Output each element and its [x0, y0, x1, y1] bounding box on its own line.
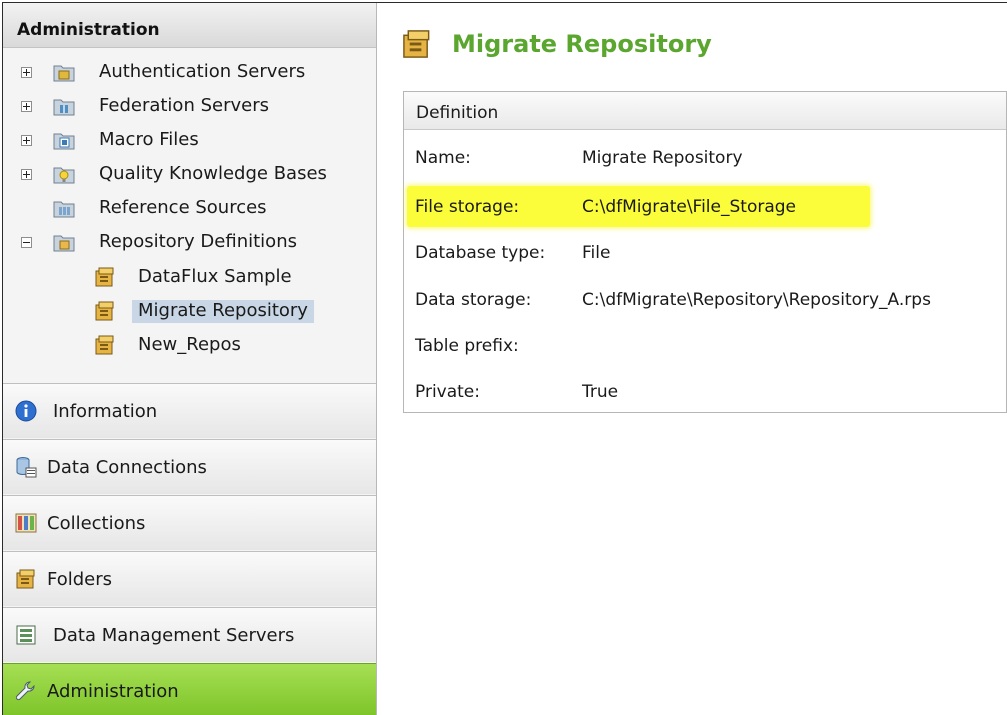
- reference-folder-icon: [53, 201, 75, 218]
- tree-item-authentication-servers[interactable]: Authentication Servers: [3, 58, 376, 88]
- tree-item-label: New_Repos: [138, 334, 241, 355]
- data-storage-label: Data storage:: [415, 290, 532, 310]
- nav-section-data-management-servers[interactable]: Data Management Servers: [3, 607, 376, 662]
- nav-section-label: Administration: [47, 681, 179, 702]
- collections-icon: [15, 513, 37, 533]
- nav-section-data-connections[interactable]: Data Connections: [3, 439, 376, 494]
- wrench-icon: [15, 681, 35, 701]
- tree-item-migrate-repository[interactable]: Migrate Repository: [3, 297, 376, 327]
- definition-header-label: Definition: [416, 103, 499, 123]
- file-storage-label: File storage:: [415, 197, 520, 217]
- database-type-label: Database type:: [415, 243, 546, 263]
- navigation-pane: Administration Authentication Servers Fe…: [3, 3, 377, 715]
- tree-item-federation-servers[interactable]: Federation Servers: [3, 92, 376, 122]
- tree-item-macro-files[interactable]: Macro Files: [3, 126, 376, 156]
- nav-section-collections[interactable]: Collections: [3, 495, 376, 550]
- tree-item-repository-definitions[interactable]: Repository Definitions: [3, 228, 376, 258]
- server-folder-icon: [53, 99, 75, 116]
- nav-section-label: Data Management Servers: [53, 625, 295, 646]
- tree-header-title: Administration: [17, 20, 160, 40]
- server-icon: [16, 625, 36, 645]
- repository-folder-icon: [53, 235, 75, 252]
- repository-icon: [95, 335, 114, 355]
- tree-item-new-repos[interactable]: New_Repos: [3, 331, 376, 361]
- data-storage-value: C:\dfMigrate\Repository\Repository_A.rps: [582, 290, 931, 310]
- name-label: Name:: [415, 148, 471, 168]
- definition-header: Definition: [404, 92, 1006, 130]
- tree-item-label: Authentication Servers: [99, 61, 306, 82]
- tree-item-dataflux-sample[interactable]: DataFlux Sample: [3, 263, 376, 293]
- file-folder-icon: [53, 133, 75, 150]
- collapse-icon[interactable]: [21, 237, 32, 248]
- lightbulb-folder-icon: [53, 167, 75, 184]
- tree-header: Administration: [3, 3, 376, 48]
- nav-section-information[interactable]: Information: [3, 383, 376, 438]
- table-prefix-label: Table prefix:: [415, 336, 519, 356]
- tree-item-label: Quality Knowledge Bases: [99, 163, 327, 184]
- repository-icon: [95, 267, 114, 287]
- tree-item-label: Repository Definitions: [99, 231, 297, 252]
- database-type-value: File: [582, 243, 611, 263]
- private-value: True: [582, 382, 619, 402]
- nav-section-label: Folders: [47, 569, 113, 590]
- tree-item-label: Reference Sources: [99, 197, 267, 218]
- database-icon: [16, 457, 37, 478]
- tree-item-label: Macro Files: [99, 129, 199, 150]
- nav-section-label: Data Connections: [47, 457, 207, 478]
- name-value: Migrate Repository: [582, 148, 743, 168]
- nav-section-label: Collections: [47, 513, 146, 534]
- tree-item-label: DataFlux Sample: [138, 266, 292, 287]
- tree-item-label: Migrate Repository: [132, 300, 314, 323]
- repository-icon: [95, 301, 114, 321]
- info-icon: [15, 400, 37, 422]
- tree-item-reference-sources[interactable]: Reference Sources: [3, 194, 376, 224]
- server-folder-icon: [53, 65, 75, 82]
- private-label: Private:: [415, 382, 480, 402]
- nav-section-folders[interactable]: Folders: [3, 551, 376, 606]
- nav-section-administration[interactable]: Administration: [3, 663, 376, 715]
- expand-icon[interactable]: [21, 169, 32, 180]
- expand-icon[interactable]: [21, 101, 32, 112]
- tree-item-quality-knowledge-bases[interactable]: Quality Knowledge Bases: [3, 160, 376, 190]
- folder-icon: [16, 569, 35, 589]
- tree-item-label: Federation Servers: [99, 95, 269, 116]
- page-title: Migrate Repository: [452, 30, 712, 58]
- expand-icon[interactable]: [21, 67, 32, 78]
- file-storage-value: C:\dfMigrate\File_Storage: [582, 197, 797, 217]
- nav-section-label: Information: [53, 401, 158, 422]
- expand-icon[interactable]: [21, 135, 32, 146]
- repository-icon: [403, 30, 430, 58]
